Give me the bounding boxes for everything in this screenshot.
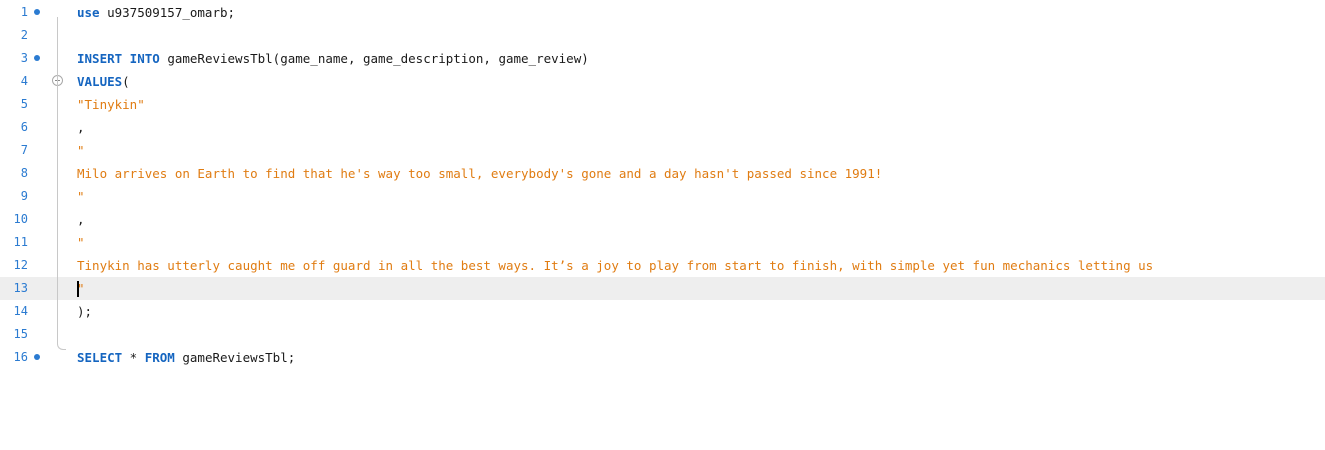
code-text: ": [77, 139, 85, 162]
code-line[interactable]: 2: [0, 24, 1325, 47]
code-text: ": [77, 185, 85, 208]
sql-text: );: [77, 304, 93, 319]
code-line[interactable]: 7 ": [0, 139, 1325, 162]
code-text: ": [77, 231, 85, 254]
line-number: 5: [20, 97, 28, 111]
sql-keyword: FROM: [144, 350, 175, 365]
sql-string: "Tinykin": [77, 97, 145, 112]
line-number: 10: [13, 212, 28, 226]
sql-text: ,: [77, 212, 85, 227]
code-text: ,: [77, 208, 85, 231]
code-text: SELECT * FROM gameReviewsTbl;: [77, 346, 295, 369]
code-text: ,: [77, 116, 85, 139]
line-number: 2: [20, 28, 28, 42]
sql-string: ": [77, 143, 85, 158]
statement-marker-icon[interactable]: [34, 55, 40, 61]
sql-text: gameReviewsTbl(game_name, game_descripti…: [159, 51, 589, 66]
code-line[interactable]: 10,: [0, 208, 1325, 231]
line-number: 9: [20, 189, 28, 203]
line-number: 15: [13, 327, 28, 341]
sql-string: ": [77, 189, 85, 204]
sql-editor[interactable]: 1 use u937509157_omarb; 2 3 INSERT INTO game…: [0, 0, 1325, 450]
line-number: 11: [13, 235, 28, 249]
code-text: VALUES(: [77, 70, 130, 93]
line-number: 14: [13, 304, 28, 318]
code-line[interactable]: 15: [0, 323, 1325, 346]
code-line[interactable]: 3 INSERT INTO gameReviewsTbl(game_name, g…: [0, 47, 1325, 70]
line-number: 13: [13, 281, 28, 295]
code-text: use u937509157_omarb;: [77, 1, 235, 24]
code-text: Tinykin has utterly caught me off guard …: [77, 254, 1153, 277]
sql-keyword: VALUES: [77, 74, 123, 89]
sql-keyword: SELECT: [77, 350, 123, 365]
statement-marker-icon[interactable]: [34, 354, 40, 360]
line-number: 7: [20, 143, 28, 157]
sql-text: (: [122, 74, 130, 89]
sql-keyword: INSERT INTO: [77, 51, 160, 66]
code-line[interactable]: 13 ": [0, 277, 1325, 300]
code-line[interactable]: 1 use u937509157_omarb;: [0, 1, 1325, 24]
code-text: "Tinykin": [77, 93, 145, 116]
fold-guide-line: [57, 17, 58, 341]
code-line[interactable]: 12 Tinykin has utterly caught me off guar…: [0, 254, 1325, 277]
sql-text: gameReviewsTbl;: [174, 350, 296, 365]
line-number: 3: [20, 51, 28, 65]
code-line[interactable]: 14);: [0, 300, 1325, 323]
code-text: Milo arrives on Earth to find that he's …: [77, 162, 882, 185]
line-number: 12: [13, 258, 28, 272]
code-line[interactable]: 6,: [0, 116, 1325, 139]
fold-end-marker: [57, 341, 66, 350]
line-number: 1: [20, 5, 28, 19]
line-number: 16: [13, 350, 28, 364]
sql-string: Tinykin has utterly caught me off guard …: [77, 258, 1154, 273]
sql-text: u937509157_omarb;: [99, 5, 236, 20]
code-line[interactable]: 5 "Tinykin": [0, 93, 1325, 116]
code-line[interactable]: 4 VALUES(: [0, 70, 1325, 93]
code-text: INSERT INTO gameReviewsTbl(game_name, ga…: [77, 47, 589, 70]
statement-marker-icon[interactable]: [34, 9, 40, 15]
code-line[interactable]: 8 Milo arrives on Earth to find that he's…: [0, 162, 1325, 185]
code-text: );: [77, 300, 92, 323]
sql-text: ,: [77, 120, 85, 135]
sql-text: *: [122, 350, 145, 365]
code-line[interactable]: 16 SELECT * FROM gameReviewsTbl;: [0, 346, 1325, 369]
line-number: 8: [20, 166, 28, 180]
sql-keyword: use: [77, 5, 100, 20]
text-caret: [77, 281, 79, 297]
line-number: 6: [20, 120, 28, 134]
sql-string: Milo arrives on Earth to find that he's …: [77, 166, 883, 181]
sql-string: ": [77, 235, 85, 250]
code-line[interactable]: 11 ": [0, 231, 1325, 254]
line-number: 4: [20, 74, 28, 88]
code-line[interactable]: 9 ": [0, 185, 1325, 208]
